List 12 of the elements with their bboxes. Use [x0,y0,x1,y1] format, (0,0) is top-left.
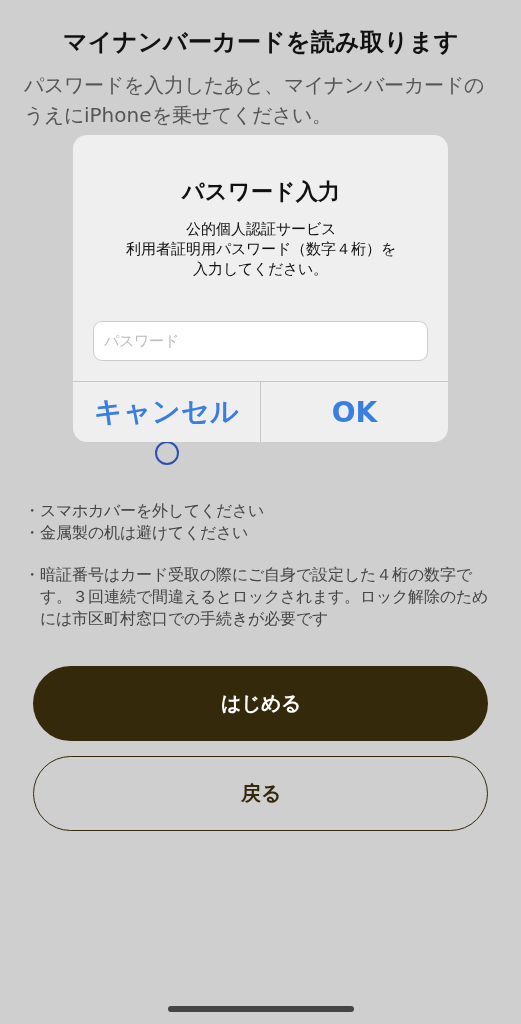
dialog-message: 入力してください。 [192,259,329,279]
dialog-title: パスワード入力 [181,178,340,206]
page-title: マイナンバーカードを読み取ります [61,27,460,58]
dialog-message: 公的個人認証サービス [184,219,337,239]
instruction-text: パスワードを入力したあと、マイナンバーカードのうえにiPhoneを乗せてください。 [24,72,485,129]
note-text: ・スマホカバーを外してください [24,500,265,522]
warning-text: ・暗証番号はカード受取の際にご自身で設定した４桁の数字です。３回連続で間違えるとロックされます。ロック解除のためには市区町村窓口での手続きが必要です [24,564,489,630]
dialog-message: 利用者証明用パスワード（数字４桁）を [125,239,396,259]
circle-icon [154,440,180,466]
password-field[interactable]: パスワード [93,321,428,361]
note-text: ・金属製の机は避けてください [24,522,249,544]
start-button[interactable]: はじめる [33,666,488,741]
